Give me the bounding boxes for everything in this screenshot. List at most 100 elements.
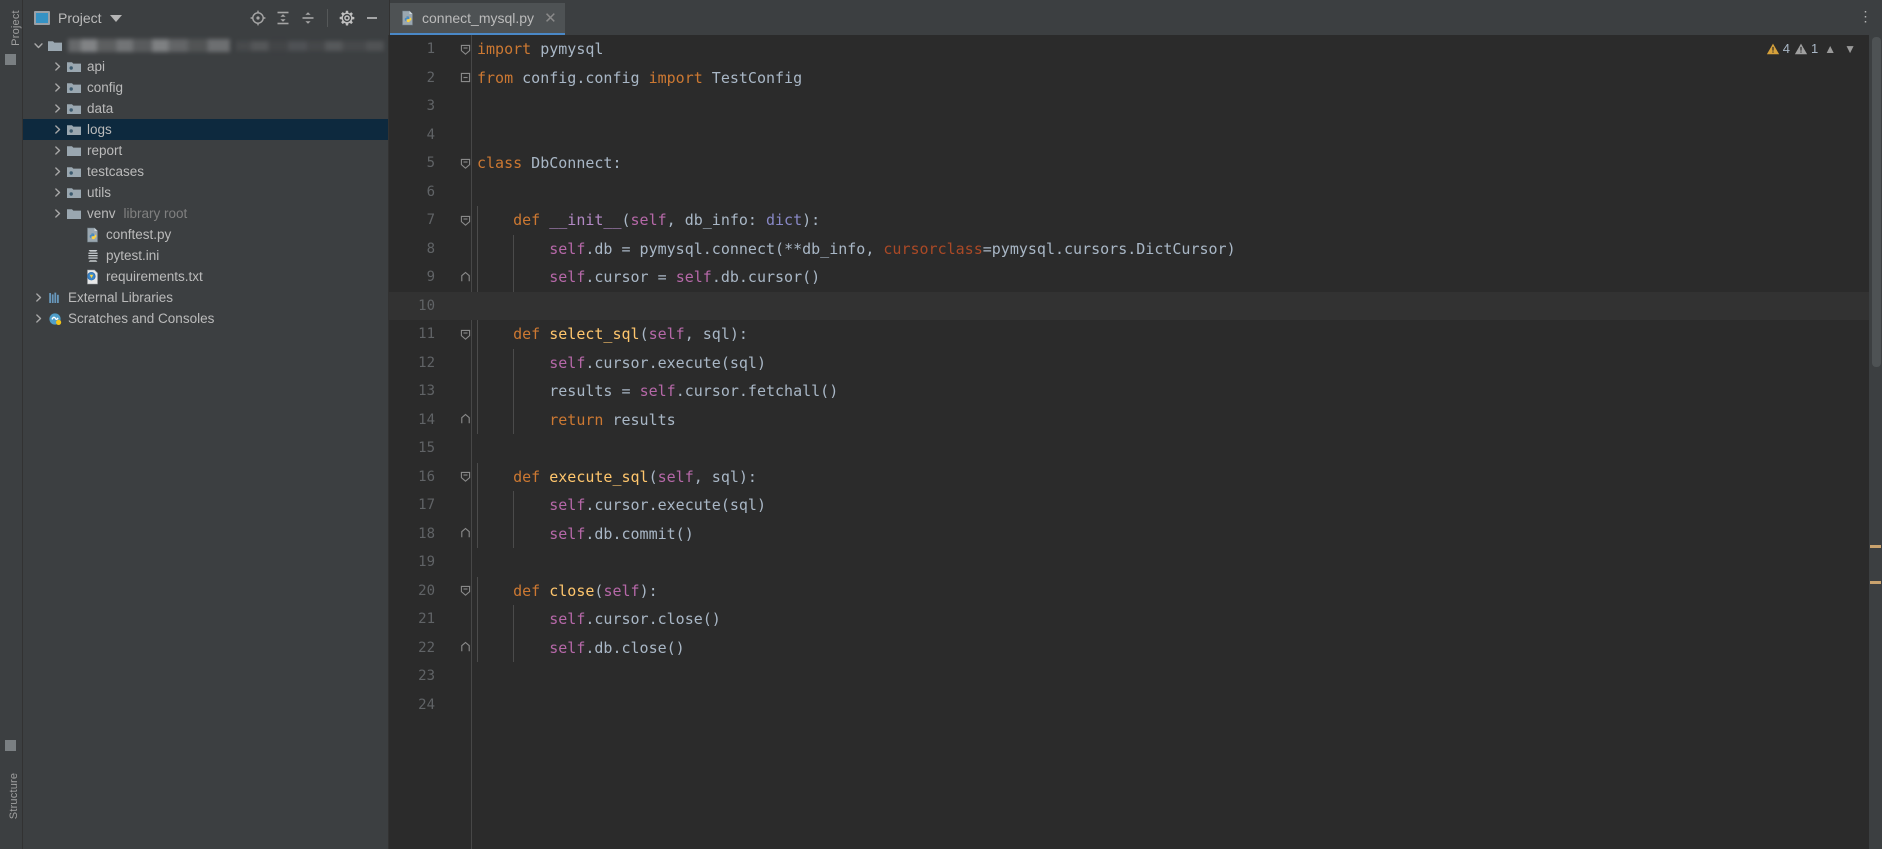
editor-scrollbar[interactable] [1869,35,1882,849]
scrollbar-warning-marker[interactable] [1870,581,1881,584]
tree-arrow[interactable] [30,40,46,51]
folder-root-icon [46,38,64,53]
code-fold-marker[interactable] [457,43,473,56]
code-fold-marker[interactable] [457,271,473,284]
code-line[interactable]: 1 import pymysql [389,35,1882,64]
code-token: pymysql [531,40,604,59]
scrollbar-thumb[interactable] [1872,37,1881,367]
tree-item-utils[interactable]: utils [22,182,388,203]
code-line[interactable]: 19 [389,548,1882,577]
tree-arrow[interactable] [49,82,65,93]
tool-window-button-structure[interactable]: Structure [8,766,20,826]
scrollbar-warning-marker[interactable] [1870,545,1881,548]
code-token: self [675,268,712,287]
code-line[interactable]: 10 [389,291,1882,320]
tool-window-icon-project[interactable] [5,54,16,65]
tree-item-scratches-and-consoles[interactable]: Scratches and Consoles [22,308,388,329]
code-text: from config.config import TestConfig [389,69,802,87]
code-line[interactable]: 14 return results [389,405,1882,434]
inspection-widget[interactable]: 4 1 ▲ ▼ [1766,41,1858,56]
code-line[interactable]: 7 def __init__(self, db_info: dict): [389,206,1882,235]
code-fold-marker[interactable] [457,214,473,227]
code-fold-marker[interactable] [457,71,473,84]
collapse-all-button[interactable] [297,7,319,29]
chevron-right-icon [35,293,41,302]
code-line[interactable]: 9 self.cursor = self.db.cursor() [389,263,1882,292]
weak-warning-indicator[interactable]: 1 [1794,41,1818,56]
tree-arrow[interactable] [49,187,65,198]
code-fold-marker[interactable] [457,328,473,341]
code-line[interactable]: 13 results = self.cursor.fetchall() [389,377,1882,406]
code-line[interactable]: 15 [389,434,1882,463]
tree-arrow[interactable] [49,208,65,219]
fold-collapse-icon [460,586,470,597]
code-fold-marker[interactable] [457,470,473,483]
code-fold-marker[interactable] [457,157,473,170]
fold-collapse-icon [460,44,470,55]
code-line[interactable]: 20 def close(self): [389,576,1882,605]
tree-arrow[interactable] [49,124,65,135]
code-fold-marker[interactable] [457,641,473,654]
line-number: 10 [418,297,435,314]
tab-options-button[interactable]: ⋮ [1856,4,1876,28]
code-line[interactable]: 5 class DbConnect: [389,149,1882,178]
chevron-down-icon[interactable]: ▼ [1842,42,1858,56]
code-fold-marker[interactable] [457,413,473,426]
tool-window-icon-structure[interactable] [5,740,16,751]
code-line[interactable]: 12 self.cursor.execute(sql) [389,348,1882,377]
code-line[interactable]: 22 self.db.close() [389,633,1882,662]
indent-guide [477,377,478,406]
code-line[interactable]: 21 self.cursor.close() [389,605,1882,634]
code-line[interactable]: 8 self.db = pymysql.connect(**db_info, c… [389,234,1882,263]
code-line[interactable]: 24 [389,691,1882,720]
code-fold-marker[interactable] [457,584,473,597]
tree-item-venv[interactable]: venv library root [22,203,388,224]
code-line[interactable]: 16 def execute_sql(self, sql): [389,462,1882,491]
code-line[interactable]: 4 [389,121,1882,150]
tree-item-api[interactable]: api [22,56,388,77]
code-line[interactable]: 2 from config.config import TestConfig [389,64,1882,93]
tree-item-requirements-txt[interactable]: requirements.txt [22,266,388,287]
tree-item-external-libraries[interactable]: External Libraries [22,287,388,308]
tree-item-report[interactable]: report [22,140,388,161]
tree-item-logs[interactable]: logs [22,119,388,140]
code-line[interactable]: 11 def select_sql(self, sql): [389,320,1882,349]
code-line[interactable]: 3 [389,92,1882,121]
code-line[interactable]: 18 self.db.commit() [389,519,1882,548]
project-tree[interactable]: api config data logs report testcases utils ven… [22,35,389,849]
tool-window-button-project[interactable]: Project [10,0,22,58]
warning-indicator[interactable]: 4 [1766,41,1790,56]
chevron-up-icon[interactable]: ▲ [1822,42,1838,56]
folder-source-icon [67,188,81,198]
tree-arrow[interactable] [49,61,65,72]
tree-item-conftest-py[interactable]: conftest.py [22,224,388,245]
code-editor[interactable]: 1 import pymysql 2 from config.config impor… [389,35,1882,849]
ini-file-icon [84,248,102,264]
line-number: 17 [418,497,435,514]
tree-item-data[interactable]: data [22,98,388,119]
editor-tab-connect-mysql[interactable]: connect_mysql.py ✕ [390,3,565,36]
close-icon[interactable]: ✕ [544,11,557,26]
line-number: 22 [418,639,435,656]
top-bar: Project connect_mysql.py ✕ ⋮ [0,0,1882,36]
tree-arrow[interactable] [30,292,46,303]
tree-item-project-root[interactable] [22,35,388,56]
hide-panel-button[interactable] [361,7,383,29]
code-fold-marker[interactable] [457,527,473,540]
code-token: .cursor.fetchall() [675,382,839,401]
tree-item-pytest-ini[interactable]: pytest.ini [22,245,388,266]
tree-item-config[interactable]: config [22,77,388,98]
code-line[interactable]: 6 [389,178,1882,207]
tree-arrow[interactable] [49,145,65,156]
tree-arrow[interactable] [30,313,46,324]
chevron-down-icon[interactable] [109,15,122,22]
settings-button[interactable] [336,7,358,29]
tree-item-testcases[interactable]: testcases [22,161,388,182]
tree-arrow[interactable] [49,166,65,177]
code-line[interactable]: 23 [389,662,1882,691]
select-opened-file-button[interactable] [247,7,269,29]
code-line[interactable]: 17 self.cursor.execute(sql) [389,491,1882,520]
line-number: 21 [418,611,435,628]
expand-all-button[interactable] [272,7,294,29]
tree-arrow[interactable] [49,103,65,114]
